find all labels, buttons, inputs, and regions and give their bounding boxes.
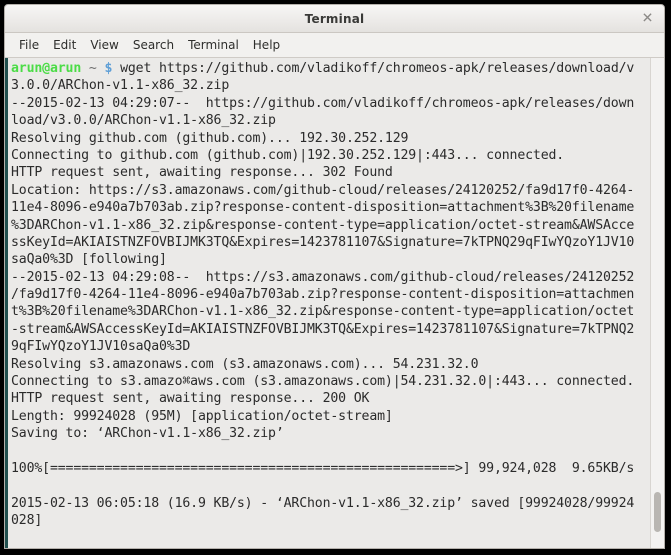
terminal-output-line: load/v3.0.0/ARChon-v1.1-x86_32.zip: [11, 113, 276, 129]
terminal-prompt-line-last: arun@arun ~ $: [11, 547, 650, 548]
menu-view[interactable]: View: [83, 36, 125, 54]
terminal-scrollbar[interactable]: [650, 58, 664, 548]
menu-bar: File Edit View Search Terminal Help: [5, 33, 664, 58]
terminal-output-line: Length: 99924028 (95M) [application/octe…: [11, 408, 393, 424]
terminal-output-line: 028]: [11, 513, 43, 529]
terminal-output-line: 3.0.0/ARChon-v1.1-x86_32.zip: [11, 78, 230, 94]
menu-edit[interactable]: Edit: [46, 36, 83, 54]
terminal-output: 3.0.0/ARChon-v1.1-x86_32.zip --2015-02-13…: [11, 77, 650, 547]
terminal-body: arun@arun ~ $ wget https://github.com/vl…: [5, 58, 664, 548]
terminal-output-line: ssKeyId=AKIAISTNZFOVBIJMK3TQ&Expires=142…: [11, 234, 635, 250]
menu-file[interactable]: File: [12, 36, 46, 54]
terminal-command: wget https://github.com/vladikoff/chrome…: [120, 61, 635, 76]
terminal-output-line: Location: https://s3.amazonaws.com/githu…: [11, 182, 635, 198]
terminal-output-line: 2015-02-13 06:05:18 (16.9 KB/s) - ‘ARCho…: [11, 495, 635, 511]
terminal-output-line: 11e4-8096-e940a7b703ab.zip?response-cont…: [11, 200, 635, 216]
menu-terminal[interactable]: Terminal: [181, 36, 246, 54]
terminal-output-line: Connecting to s3.amazo⌘aws.com (s3.amazo…: [11, 374, 635, 390]
terminal-output-line: %3DARChon-v1.1-x86_32.zip&response-conte…: [11, 217, 635, 233]
terminal-output-line: Connecting to github.com (github.com)|19…: [11, 147, 565, 163]
window-titlebar[interactable]: Terminal ✕: [5, 5, 664, 33]
terminal-output-line: 100%[===================================…: [11, 460, 635, 476]
close-icon[interactable]: ✕: [640, 11, 655, 26]
terminal-output-line: --2015-02-13 04:29:07-- https://github.c…: [11, 95, 635, 111]
terminal-output-line: HTTP request sent, awaiting response... …: [11, 165, 393, 181]
terminal-output-line: /fa9d17f0-4264-11e4-8096-e940a7b703ab.zi…: [11, 287, 635, 303]
terminal-prompt-line: arun@arun ~ $ wget https://github.com/vl…: [11, 60, 650, 77]
prompt-cwd: ~: [88, 61, 97, 76]
terminal-window: Terminal ✕ File Edit View Search Termina…: [4, 4, 665, 549]
terminal-output-line: -stream&AWSAccessKeyId=AKIAISTNZFOVBIJMK…: [11, 321, 635, 337]
terminal-output-line: saQa0%3D [following]: [11, 252, 167, 268]
terminal-output-line: 9qFIwYQzoY1JV10saQa0%3D: [11, 339, 191, 355]
terminal-output-line: Resolving s3.amazonaws.com (s3.amazonaws…: [11, 356, 479, 372]
terminal-output-line: t%3B%20filename%3DARChon-v1.1-x86_32.zip…: [11, 304, 635, 320]
window-title: Terminal: [304, 11, 365, 26]
terminal-output-line: HTTP request sent, awaiting response... …: [11, 391, 370, 407]
terminal-output-line: --2015-02-13 04:29:08-- https://s3.amazo…: [11, 269, 635, 285]
menu-search[interactable]: Search: [126, 36, 181, 54]
terminal-output-line: Resolving github.com (github.com)... 192…: [11, 130, 409, 146]
terminal-output-line: Saving to: ‘ARChon-v1.1-x86_32.zip’: [11, 426, 284, 442]
scrollbar-thumb[interactable]: [654, 492, 661, 532]
terminal-screen[interactable]: arun@arun ~ $ wget https://github.com/vl…: [8, 58, 650, 548]
prompt-user-host: arun@arun: [11, 61, 82, 76]
menu-help[interactable]: Help: [246, 36, 287, 54]
